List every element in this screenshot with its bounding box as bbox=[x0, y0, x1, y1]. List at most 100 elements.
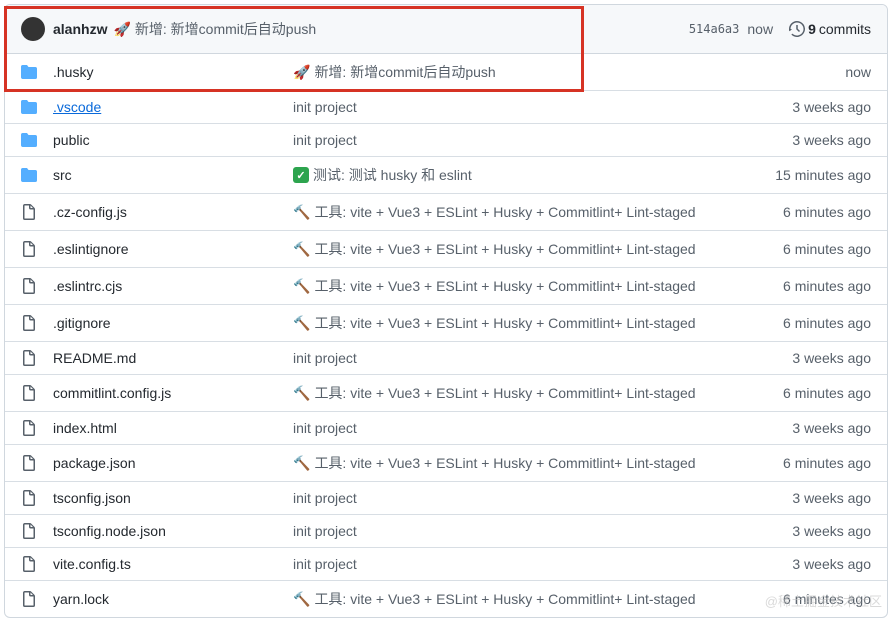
file-row: yarn.lock🔨工具: vite + Vue3 + ESLint + Hus… bbox=[5, 581, 887, 617]
commit-time: 3 weeks ago bbox=[792, 556, 871, 572]
file-name-link[interactable]: commitlint.config.js bbox=[53, 385, 293, 401]
commit-time: 6 minutes ago bbox=[783, 591, 871, 607]
file-name-link[interactable]: .cz-config.js bbox=[53, 204, 293, 220]
commit-message[interactable]: 🔨工具: vite + Vue3 + ESLint + Husky + Comm… bbox=[293, 453, 783, 473]
file-name-link[interactable]: .eslintrc.cjs bbox=[53, 278, 293, 294]
file-icon bbox=[21, 241, 37, 257]
file-row: tsconfig.node.jsoninit project 3 weeks ag… bbox=[5, 515, 887, 548]
file-name-link[interactable]: .husky bbox=[53, 64, 293, 80]
file-name-link[interactable]: public bbox=[53, 132, 293, 148]
directory-icon bbox=[21, 64, 37, 80]
commit-message[interactable]: init project bbox=[293, 490, 792, 506]
commit-emoji-icon: 🔨 bbox=[293, 591, 310, 608]
commit-message[interactable]: 🚀新增: 新增commit后自动push bbox=[293, 62, 845, 82]
commits-label: commits bbox=[819, 21, 871, 37]
file-icon bbox=[21, 523, 37, 539]
commit-emoji-icon: 🔨 bbox=[293, 278, 310, 295]
file-name-link[interactable]: .eslintignore bbox=[53, 241, 293, 257]
file-row: vite.config.tsinit project3 weeks ago bbox=[5, 548, 887, 581]
commit-sha[interactable]: 514a6a3 bbox=[689, 22, 740, 36]
file-icon bbox=[21, 455, 37, 471]
commit-message-text: init project bbox=[293, 420, 357, 436]
file-icon bbox=[21, 350, 37, 366]
file-row: .eslintignore🔨工具: vite + Vue3 + ESLint +… bbox=[5, 231, 887, 268]
commit-message[interactable]: init project bbox=[293, 556, 792, 572]
history-icon bbox=[789, 21, 805, 37]
commit-message[interactable]: 🔨工具: vite + Vue3 + ESLint + Husky + Comm… bbox=[293, 276, 783, 296]
commit-emoji-icon: 🔨 bbox=[293, 204, 310, 221]
file-name-link[interactable]: package.json bbox=[53, 455, 293, 471]
commit-time: 3 weeks ago bbox=[792, 420, 871, 436]
file-name-link[interactable]: tsconfig.json bbox=[53, 490, 293, 506]
commit-time: 6 minutes ago bbox=[783, 278, 871, 294]
file-browser: alanhzw 🚀 新增: 新增commit后自动push 514a6a3 no… bbox=[4, 4, 888, 618]
directory-icon bbox=[21, 99, 37, 115]
check-badge-icon bbox=[293, 167, 309, 183]
file-row: tsconfig.jsoninit project3 weeks ago bbox=[5, 482, 887, 515]
commit-message-text: 工具: vite + Vue3 + ESLint + Husky + Commi… bbox=[314, 313, 695, 333]
commit-message[interactable]: init project bbox=[293, 420, 792, 436]
file-row: README.mdinit project3 weeks ago bbox=[5, 342, 887, 375]
file-name-link[interactable]: index.html bbox=[53, 420, 293, 436]
commit-message[interactable]: init project bbox=[293, 132, 792, 148]
commit-message-text: init project bbox=[293, 523, 357, 539]
file-icon bbox=[21, 385, 37, 401]
file-row: .eslintrc.cjs🔨工具: vite + Vue3 + ESLint +… bbox=[5, 268, 887, 305]
commit-time: 15 minutes ago bbox=[775, 167, 871, 183]
commit-time: 3 weeks ago bbox=[792, 490, 871, 506]
avatar[interactable] bbox=[21, 17, 45, 41]
file-icon bbox=[21, 278, 37, 294]
file-row: src 测试: 测试 husky 和 eslint 15 minutes ago bbox=[5, 157, 887, 194]
file-row: index.htmlinit project 3 weeks ago bbox=[5, 412, 887, 445]
file-name-link[interactable]: .vscode bbox=[53, 99, 293, 115]
file-name-link[interactable]: yarn.lock bbox=[53, 591, 293, 607]
commit-message[interactable]: 🔨工具: vite + Vue3 + ESLint + Husky + Comm… bbox=[293, 383, 783, 403]
directory-icon bbox=[21, 167, 37, 183]
commit-time: 3 weeks ago bbox=[792, 523, 871, 539]
author-name[interactable]: alanhzw bbox=[53, 21, 107, 37]
file-name-link[interactable]: README.md bbox=[53, 350, 293, 366]
commit-emoji-icon: 🔨 bbox=[293, 385, 310, 402]
file-name-link[interactable]: src bbox=[53, 167, 293, 183]
file-icon bbox=[21, 420, 37, 436]
commit-emoji-icon: 🔨 bbox=[293, 455, 310, 472]
file-name-link[interactable]: vite.config.ts bbox=[53, 556, 293, 572]
file-icon bbox=[21, 204, 37, 220]
commit-message-text: 新增: 新增commit后自动push bbox=[314, 62, 495, 82]
commit-message-text: 测试: 测试 husky 和 eslint bbox=[313, 165, 472, 185]
file-row: package.json🔨工具: vite + Vue3 + ESLint + … bbox=[5, 445, 887, 482]
commit-message-text: 工具: vite + Vue3 + ESLint + Husky + Commi… bbox=[314, 383, 695, 403]
commit-time: 3 weeks ago bbox=[792, 132, 871, 148]
commit-message-text: 工具: vite + Vue3 + ESLint + Husky + Commi… bbox=[314, 589, 695, 609]
rocket-icon: 🚀 bbox=[113, 21, 130, 38]
commit-message[interactable]: init project bbox=[293, 99, 792, 115]
commit-message[interactable]: 🔨工具: vite + Vue3 + ESLint + Husky + Comm… bbox=[293, 589, 783, 609]
commit-time: 6 minutes ago bbox=[783, 315, 871, 331]
commit-message[interactable]: init project bbox=[293, 523, 792, 539]
commit-message[interactable]: 🔨工具: vite + Vue3 + ESLint + Husky + Comm… bbox=[293, 313, 783, 333]
commit-message[interactable]: 测试: 测试 husky 和 eslint bbox=[293, 165, 775, 185]
commit-message-text: 工具: vite + Vue3 + ESLint + Husky + Commi… bbox=[314, 276, 695, 296]
commit-time: 6 minutes ago bbox=[783, 241, 871, 257]
directory-icon bbox=[21, 132, 37, 148]
commits-history-link[interactable]: 9 commits bbox=[789, 21, 871, 37]
file-name-link[interactable]: tsconfig.node.json bbox=[53, 523, 293, 539]
file-row: commitlint.config.js🔨工具: vite + Vue3 + E… bbox=[5, 375, 887, 412]
commit-message[interactable]: 🔨工具: vite + Vue3 + ESLint + Husky + Comm… bbox=[293, 202, 783, 222]
commits-count: 9 bbox=[808, 21, 816, 37]
commit-time: 3 weeks ago bbox=[792, 99, 871, 115]
commit-time: 3 weeks ago bbox=[792, 350, 871, 366]
commit-emoji-icon: 🔨 bbox=[293, 315, 310, 332]
commit-emoji-icon: 🚀 bbox=[293, 64, 310, 81]
file-icon bbox=[21, 315, 37, 331]
commit-message-text: init project bbox=[293, 132, 357, 148]
file-icon bbox=[21, 556, 37, 572]
commit-message[interactable]: init project bbox=[293, 350, 792, 366]
latest-commit-header: alanhzw 🚀 新增: 新增commit后自动push 514a6a3 no… bbox=[5, 5, 887, 54]
commit-time: now bbox=[747, 21, 773, 37]
file-name-link[interactable]: .gitignore bbox=[53, 315, 293, 331]
commit-time: 6 minutes ago bbox=[783, 204, 871, 220]
commit-time: 6 minutes ago bbox=[783, 385, 871, 401]
commit-message-header[interactable]: 🚀 新增: 新增commit后自动push bbox=[113, 19, 316, 39]
commit-message[interactable]: 🔨工具: vite + Vue3 + ESLint + Husky + Comm… bbox=[293, 239, 783, 259]
